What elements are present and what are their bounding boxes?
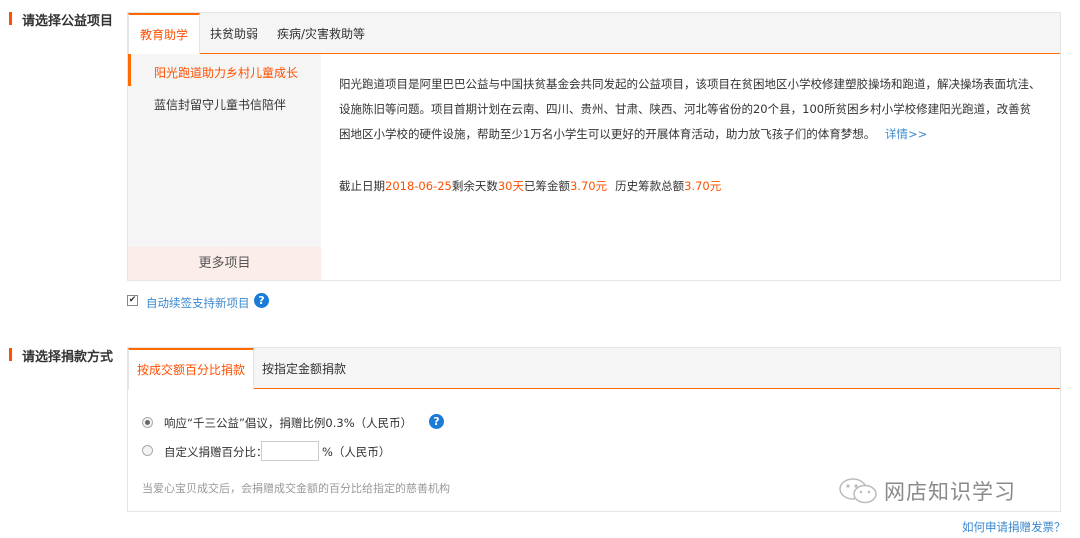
custom-percent-input[interactable] [261, 441, 319, 461]
section-marker [9, 12, 12, 25]
project-list: 阳光跑道助力乡村儿童成长 蓝信封留守儿童书信陪伴 更多项目 [128, 54, 321, 280]
help-icon[interactable]: ? [429, 414, 444, 429]
project-item-blue-envelope[interactable]: 蓝信封留守儿童书信陪伴 [154, 96, 286, 113]
tab-education[interactable]: 教育助学 [128, 13, 200, 55]
project-panel: 教育助学 扶贫助弱 疾病/灾害救助等 阳光跑道助力乡村儿童成长 蓝信封留守儿童书… [127, 12, 1061, 281]
donation-note: 当爱心宝贝成交后，会捐赠成交金额的百分比给指定的慈善机构 [142, 482, 450, 495]
option-standard-label: 响应“千三公益”倡议，捐赠比例0.3%（人民币） [164, 416, 413, 430]
history-label: 历史筹款总额 [615, 179, 685, 193]
donation-tab-bar: 按成交额百分比捐款 按指定金额捐款 [128, 348, 1060, 390]
section-title-project: 请选择公益项目 [22, 14, 114, 29]
invoice-help-link[interactable]: 如何申请捐赠发票？ [962, 519, 1066, 535]
project-item-sunshine-runway[interactable]: 阳光跑道助力乡村儿童成长 [154, 64, 298, 81]
deadline-value: 2018-06-25 [385, 179, 452, 193]
deadline-label: 截止日期 [339, 179, 385, 193]
radio-option-custom[interactable] [142, 445, 153, 456]
history-value: 3.70元 [684, 179, 722, 193]
description-text: 阳光跑道项目是阿里巴巴公益与中国扶贫基金会共同发起的公益项目，该项目在贫困地区小… [339, 77, 1041, 141]
tab-fixed-amount-donation[interactable]: 按指定金额捐款 [256, 348, 352, 388]
percent-unit-label: %（人民币） [322, 445, 391, 459]
watermark-text: 网店知识学习 [884, 480, 1016, 504]
auto-renew-checkbox[interactable]: ✔ [127, 295, 138, 306]
auto-renew-label[interactable]: 自动续签支持新项目 [146, 295, 250, 311]
more-projects-button[interactable]: 更多项目 [128, 247, 321, 280]
raised-label: 已筹金额 [523, 179, 570, 193]
detail-link[interactable]: 详情>> [885, 127, 927, 141]
wechat-icon [839, 478, 877, 504]
tab-percentage-donation[interactable]: 按成交额百分比捐款 [128, 348, 254, 390]
section-marker [9, 348, 12, 361]
option-custom-label: 自定义捐赠百分比： [164, 445, 268, 459]
tab-poverty[interactable]: 扶贫助弱 [202, 13, 266, 53]
project-item-active-marker [128, 54, 131, 86]
remaining-value: 30天 [497, 179, 524, 193]
project-description: 阳光跑道项目是阿里巴巴公益与中国扶贫基金会共同发起的公益项目，该项目在贫困地区小… [339, 72, 1041, 147]
section-title-donation: 请选择捐款方式 [22, 350, 114, 365]
remaining-label: 剩余天数 [451, 179, 498, 193]
watermark: 网店知识学习 [838, 476, 1016, 506]
project-stats: 截止日期2018-06-25剩余天数30天已筹金额3.70元 历史筹款总额3.70… [339, 178, 721, 194]
tab-disease-disaster[interactable]: 疾病/灾害救助等 [274, 13, 368, 53]
raised-value: 3.70元 [569, 179, 608, 193]
help-icon[interactable]: ? [254, 293, 269, 308]
radio-option-standard[interactable] [142, 417, 153, 428]
project-tab-bar: 教育助学 扶贫助弱 疾病/灾害救助等 [128, 13, 1060, 55]
